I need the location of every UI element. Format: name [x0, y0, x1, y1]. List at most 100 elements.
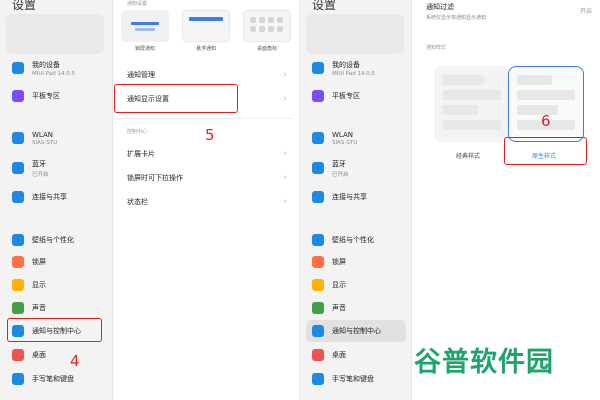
step-6-number: 6 — [541, 112, 551, 130]
status-bar-label: 状态栏 — [127, 198, 148, 206]
settings-item-text: WLAN SIAS-STU — [32, 131, 57, 146]
left-settings-item-10[interactable]: 桌面 — [6, 344, 106, 366]
settings-item-label: 平板专区 — [32, 92, 60, 100]
settings-item-label: 声音 — [332, 304, 346, 312]
settings-item-label: WLAN — [332, 130, 354, 139]
left-settings-item-0[interactable]: 我的设备 MIUI Pad 14.0.5 — [6, 57, 106, 79]
lockscreen-pulldown-row[interactable]: 锁屏时可下拉操作 › — [121, 167, 293, 189]
wifi-icon — [12, 132, 24, 144]
settings-item-label: 通知与控制中心 — [332, 327, 381, 335]
settings-item-text: 连接与共享 — [332, 192, 367, 202]
right-settings-item-3[interactable]: 蓝牙 已开启 — [306, 157, 406, 179]
settings-item-sub: SIAS-STU — [32, 139, 58, 146]
tablet-zone-icon — [312, 90, 324, 102]
left-settings-item-4[interactable]: 连接与共享 — [6, 186, 106, 208]
left-settings-item-1[interactable]: 平板专区 — [6, 85, 106, 107]
right-settings-item-11[interactable]: 手写笔和键盘 — [306, 368, 406, 390]
notification-filter-row[interactable]: 通知过滤 系统仅显示将通知显示通知 开启 — [426, 2, 592, 21]
settings-sidebar-right: 设置 我的设备 MIUI Pad 14.0.5 平板专区 WLAN SIAS-STU 蓝牙… — [300, 0, 412, 400]
settings-item-text: WLAN SIAS-STU — [332, 131, 357, 146]
settings-item-label: WLAN — [32, 130, 54, 139]
settings-item-label: 声音 — [32, 304, 46, 312]
notification-management-label: 通知管理 — [127, 71, 155, 79]
notification-filter-sub: 系统仅显示将通知显示通知 — [426, 15, 487, 21]
left-settings-item-5[interactable]: 壁纸与个性化 — [6, 229, 106, 251]
settings-item-text: 显示 — [32, 280, 46, 290]
highlight-notification-control-center — [7, 318, 102, 342]
step-5-number: 5 — [205, 126, 215, 144]
settings-item-label: 连接与共享 — [332, 193, 367, 201]
device-icon — [12, 62, 24, 74]
settings-item-text: 桌面 — [332, 350, 346, 360]
chevron-right-icon: › — [283, 173, 287, 183]
settings-item-label: 手写笔和键盘 — [32, 375, 74, 383]
settings-item-sub: MIUI Pad 14.0.5 — [32, 70, 75, 77]
thumb-badge[interactable]: 桌面角标 — [243, 10, 291, 56]
settings-item-sub: 已开启 — [332, 171, 349, 178]
share-icon — [12, 191, 24, 203]
settings-item-text: 壁纸与个性化 — [32, 235, 74, 245]
thumb-floating[interactable]: 悬浮通知 — [182, 10, 230, 56]
lockscreen-preview — [121, 10, 169, 42]
right-settings-item-10[interactable]: 桌面 — [306, 344, 406, 366]
right-settings-item-9[interactable]: 通知与控制中心 — [306, 320, 406, 342]
right-settings-item-8[interactable]: 声音 — [306, 297, 406, 319]
right-settings-item-1[interactable]: 平板专区 — [306, 85, 406, 107]
chevron-right-icon: › — [283, 197, 287, 207]
settings-item-label: 锁屏 — [332, 258, 346, 266]
device-icon — [312, 62, 324, 74]
classic-style-card[interactable] — [434, 66, 510, 142]
site-watermark: 谷普软件园 — [414, 340, 554, 379]
account-card[interactable] — [6, 14, 104, 54]
status-bar-row[interactable]: 状态栏 › — [121, 191, 293, 213]
right-settings-item-4[interactable]: 连接与共享 — [306, 186, 406, 208]
settings-title: 设置 — [12, 0, 37, 12]
right-settings-item-2[interactable]: WLAN SIAS-STU — [306, 127, 406, 149]
left-settings-item-7[interactable]: 显示 — [6, 274, 106, 296]
native-style-card[interactable] — [508, 66, 584, 142]
right-settings-item-6[interactable]: 锁屏 — [306, 251, 406, 273]
settings-item-text: 手写笔和键盘 — [32, 374, 74, 384]
wallpaper-icon — [312, 234, 324, 246]
left-settings-item-3[interactable]: 蓝牙 已开启 — [6, 157, 106, 179]
settings-item-label: 锁屏 — [32, 258, 46, 266]
extension-cards-row[interactable]: 扩展卡片 › — [121, 143, 293, 165]
chevron-right-icon: › — [283, 70, 287, 80]
settings-item-text: 蓝牙 已开启 — [32, 159, 49, 178]
settings-item-text: 通知与控制中心 — [332, 326, 381, 336]
settings-item-text: 锁屏 — [32, 257, 46, 267]
right-settings-item-5[interactable]: 壁纸与个性化 — [306, 229, 406, 251]
notification-icon — [312, 325, 324, 337]
share-icon — [312, 191, 324, 203]
settings-item-text: 我的设备 MIUI Pad 14.0.5 — [32, 60, 75, 77]
left-settings-item-11[interactable]: 手写笔和键盘 — [6, 368, 106, 390]
notification-settings-pane: 通知设置 锁屏通知 悬浮通知 桌面角标 通知管理 › 通知显示设置 › 控制中心… — [113, 0, 300, 400]
settings-item-label: 桌面 — [332, 351, 346, 359]
notification-filter-value: 开启 — [579, 8, 592, 15]
settings-item-text: 声音 — [32, 303, 46, 313]
tablet-zone-icon — [12, 90, 24, 102]
left-settings-item-8[interactable]: 声音 — [6, 297, 106, 319]
watermark-text: 谷普软件园 — [414, 347, 554, 378]
right-settings-item-0[interactable]: 我的设备 MIUI Pad 14.0.5 — [306, 57, 406, 79]
display-icon — [12, 279, 24, 291]
account-card[interactable] — [306, 14, 404, 54]
lockscreen-pulldown-label: 锁屏时可下拉操作 — [127, 174, 183, 182]
control-center-section-label: 控制中心 — [127, 129, 148, 135]
settings-item-label: 显示 — [32, 281, 46, 289]
left-settings-item-2[interactable]: WLAN SIAS-STU — [6, 127, 106, 149]
wallpaper-icon — [12, 234, 24, 246]
settings-item-sub: 已开启 — [32, 171, 49, 178]
thumb-badge-label: 桌面角标 — [256, 46, 277, 52]
highlight-notification-display-settings — [114, 84, 238, 113]
chevron-right-icon: › — [283, 94, 287, 104]
left-settings-item-6[interactable]: 锁屏 — [6, 251, 106, 273]
right-settings-item-7[interactable]: 显示 — [306, 274, 406, 296]
settings-item-sub: MIUI Pad 14.0.5 — [332, 70, 375, 77]
settings-item-text: 连接与共享 — [32, 192, 67, 202]
pen-icon — [312, 373, 324, 385]
thumb-floating-label: 悬浮通知 — [195, 46, 216, 52]
settings-item-sub: SIAS-STU — [332, 139, 358, 146]
thumb-lockscreen[interactable]: 锁屏通知 — [121, 10, 169, 56]
notification-management-row[interactable]: 通知管理 › — [121, 64, 293, 86]
